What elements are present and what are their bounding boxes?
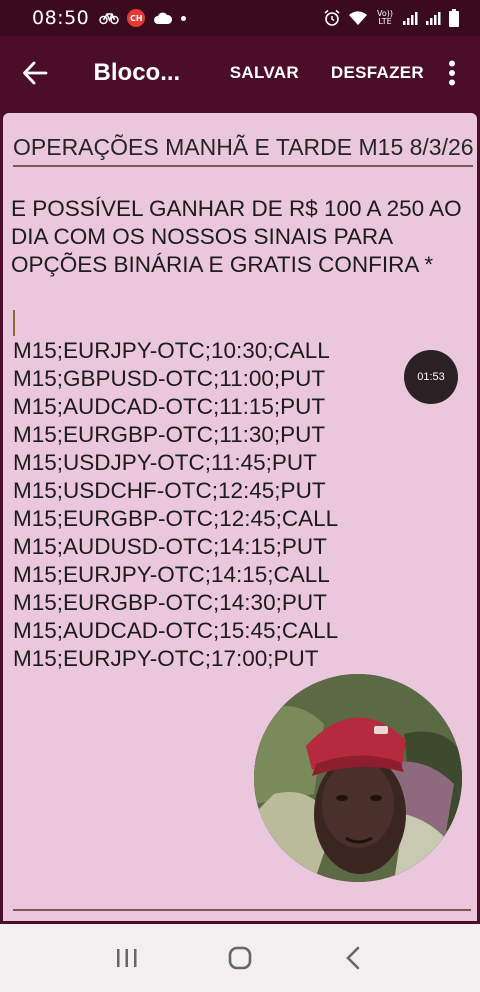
recent-apps-icon <box>116 949 137 967</box>
list-item: M15;EURGBP-OTC;11:30;PUT <box>13 422 326 447</box>
volte-icon: Vo)) LTE <box>377 9 393 26</box>
back-button[interactable] <box>0 36 70 110</box>
status-right-icons: Vo)) LTE <box>323 9 460 27</box>
arrow-back-icon <box>22 61 48 85</box>
recent-apps-button[interactable] <box>107 938 147 978</box>
home-icon <box>228 946 252 970</box>
text-cursor <box>13 310 15 336</box>
list-item: M15;GBPUSD-OTC;11:00;PUT <box>13 366 326 391</box>
camera-preview-image <box>254 674 462 882</box>
divider <box>13 909 471 911</box>
list-item: M15;AUDUSD-OTC;14:15;PUT <box>13 534 327 559</box>
alarm-icon <box>323 9 341 27</box>
list-item: M15;USDCHF-OTC;12:45;PUT <box>13 478 326 503</box>
list-item: M15;EURJPY-OTC;14:15;CALL <box>13 562 330 587</box>
note-body-text[interactable]: E POSSÍVEL GANHAR DE R$ 100 A 250 AO DIA… <box>11 195 473 279</box>
more-options-button[interactable] <box>424 36 480 110</box>
app-bar: Bloco... SALVAR DESFAZER <box>0 36 480 110</box>
list-item: M15;AUDCAD-OTC;15:45;CALL <box>13 618 339 643</box>
list-item: M15;EURGBP-OTC;14:30;PUT <box>13 590 327 615</box>
camera-preview-bubble[interactable] <box>254 674 462 882</box>
list-item: M15;AUDCAD-OTC;11:15;PUT <box>13 394 326 419</box>
signal-icon <box>425 10 441 26</box>
list-item: M15;EURJPY-OTC;10:30;CALL <box>13 338 330 363</box>
list-item: M15;USDJPY-OTC;11:45;PUT <box>13 450 317 475</box>
cloud-icon <box>153 11 173 25</box>
signal-icon <box>402 10 418 26</box>
signals-list[interactable]: M15;EURJPY-OTC;10:30;CALL M15;GBPUSD-OTC… <box>13 337 433 673</box>
status-left-icons: CH <box>99 9 187 27</box>
save-button[interactable]: SALVAR <box>230 63 299 83</box>
note-title[interactable]: OPERAÇÕES MANHÃ E TARDE M15 8/3/26 <box>13 134 474 167</box>
status-bar: 08:50 CH Vo)) LTE <box>0 0 480 36</box>
more-vert-icon <box>448 60 455 86</box>
system-nav-bar <box>0 924 480 992</box>
home-button[interactable] <box>220 938 260 978</box>
status-time: 08:50 <box>32 7 90 29</box>
wifi-icon <box>348 10 368 26</box>
back-nav-button[interactable] <box>333 938 373 978</box>
dot-icon <box>181 15 187 21</box>
list-item: M15;EURJPY-OTC;17:00;PUT <box>13 646 319 671</box>
undo-button[interactable]: DESFAZER <box>331 63 424 83</box>
screen-record-icon: CH <box>127 9 146 27</box>
list-item: M15;EURGBP-OTC;12:45;CALL <box>13 506 339 531</box>
bicycle-icon <box>99 11 120 25</box>
page-title: Bloco... <box>93 59 181 86</box>
battery-icon <box>448 9 460 27</box>
recording-timer-bubble[interactable]: 01:53 <box>404 350 458 404</box>
chevron-left-icon <box>346 946 360 970</box>
